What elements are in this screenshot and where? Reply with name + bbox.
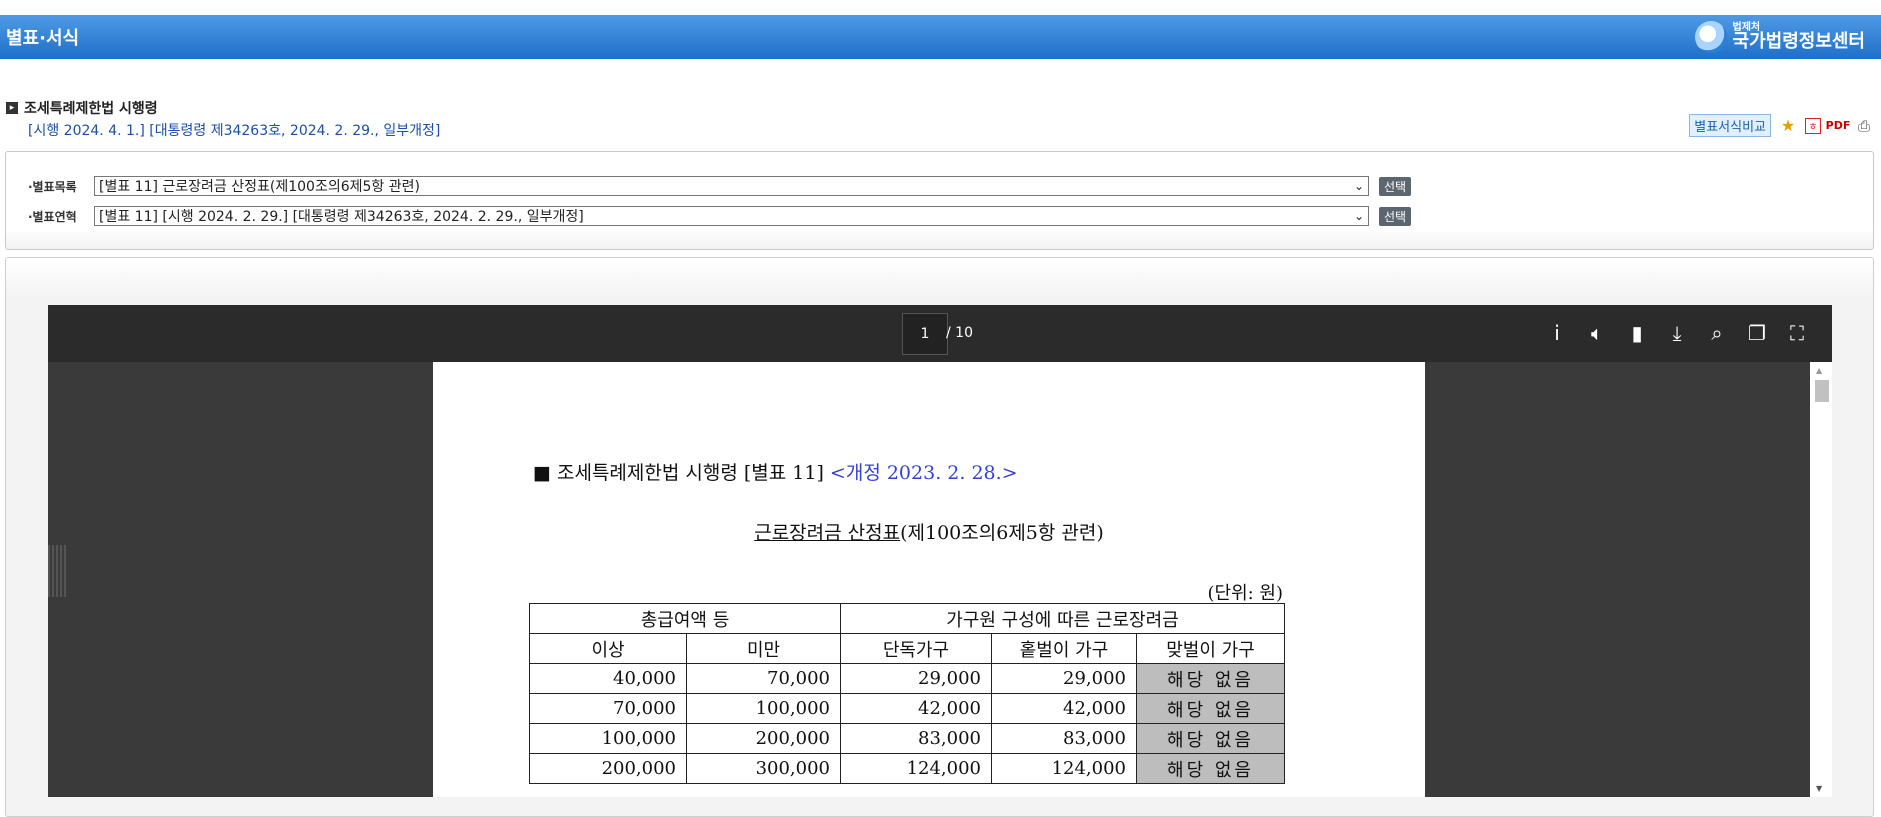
page-title: 별표·서식 (6, 28, 80, 49)
form-history-select[interactable]: [별표 11] [시행 2024. 2. 29.] [대통령령 제34263호,… (94, 206, 1369, 226)
table-cell: 100,000 (529, 723, 687, 754)
table-header-cell: 홑벌이 가구 (991, 633, 1137, 664)
form-history-select-button[interactable]: 선택 (1379, 206, 1412, 226)
law-info: ▸ 조세특례제한법 시행령 [시행 2024. 4. 1.] [대통령령 제34… (6, 98, 440, 140)
site-logo[interactable]: 법제처 국가법령정보센터 (1694, 21, 1865, 53)
document-page: ■ 조세특례제한법 시행령 [별표 11] <개정 2023. 2. 28.> … (433, 362, 1425, 797)
form-list-select-button[interactable]: 선택 (1379, 176, 1412, 196)
table-cell: 42,000 (991, 693, 1137, 724)
compare-forms-button[interactable]: 별표서식비교 (1689, 114, 1771, 137)
page-total: / 10 (946, 325, 973, 341)
table-header-cell: 총급여액 등 (529, 603, 841, 634)
scroll-up-icon[interactable]: ▲ (1816, 366, 1822, 375)
table-cell: 29,000 (840, 663, 992, 694)
table-row: 40,000 70,000 29,000 29,000 해당 없음 (529, 663, 1285, 694)
table-cell: 200,000 (529, 753, 687, 784)
toolbar: 별표서식비교 ★ ㅎ PDF ⎙ (1689, 114, 1873, 137)
form-selector-panel: ·별표목록 [별표 11] 근로장려금 산정표(제100조의6제5항 관련) ⌄… (5, 151, 1874, 250)
table-header-cell: 이상 (529, 633, 687, 664)
table-cell: 해당 없음 (1136, 723, 1285, 754)
sidebar-drag-handle[interactable] (48, 545, 66, 597)
table-cell: 40,000 (529, 663, 687, 694)
table-row: 200,000 300,000 124,000 124,000 해당 없음 (529, 753, 1285, 784)
incentive-table: 총급여액 등 가구원 구성에 따른 근로장려금 이상 미만 단독가구 홑벌이 가… (529, 603, 1285, 784)
hwp-download-icon[interactable]: ㅎ (1805, 117, 1821, 134)
table-cell: 83,000 (991, 723, 1137, 754)
table-cell: 100,000 (686, 693, 841, 724)
table-cell: 300,000 (686, 753, 841, 784)
form-list-label: ·별표목록 (28, 179, 77, 194)
app-header: 별표·서식 법제처 국가법령정보센터 (0, 15, 1881, 59)
scroll-down-icon[interactable]: ▼ (1816, 784, 1822, 793)
arrow-bullet-icon: ▸ (6, 102, 18, 114)
table-header-cell: 가구원 구성에 따른 근로장려금 (840, 603, 1285, 634)
table-header-row: 총급여액 등 가구원 구성에 따른 근로장려금 (529, 603, 1285, 634)
page-number-input[interactable]: 1 (902, 313, 948, 355)
table-cell: 124,000 (840, 753, 992, 784)
popout-icon[interactable]: ❐ (1746, 321, 1768, 345)
table-row: 100,000 200,000 83,000 83,000 해당 없음 (529, 723, 1285, 754)
table-cell: 해당 없음 (1136, 693, 1285, 724)
table-cell: 29,000 (991, 663, 1137, 694)
table-header-row: 이상 미만 단독가구 홑벌이 가구 맞벌이 가구 (529, 633, 1285, 664)
fullscreen-icon[interactable]: ⛶ (1786, 321, 1808, 345)
table-cell: 124,000 (991, 753, 1137, 784)
table-cell: 200,000 (686, 723, 841, 754)
unit-note: (단위: 원) (1207, 583, 1283, 604)
amendment-note: <개정 2023. 2. 28.> (829, 462, 1018, 484)
download-icon[interactable]: ⤓ (1666, 321, 1688, 345)
table-cell: 70,000 (686, 663, 841, 694)
table-cell: 83,000 (840, 723, 992, 754)
table-header-cell: 미만 (686, 633, 841, 664)
scroll-thumb[interactable] (1815, 380, 1829, 402)
pdf-download-icon[interactable]: PDF (1826, 117, 1851, 135)
form-list-select[interactable]: [별표 11] 근로장려금 산정표(제100조의6제5항 관련) ⌄ (94, 176, 1369, 196)
viewer-scrollbar[interactable]: ▲ ▼ (1810, 362, 1832, 797)
table-cell: 해당 없음 (1136, 663, 1285, 694)
logo-icon (1694, 21, 1727, 53)
form-history-label: ·별표연혁 (28, 209, 77, 224)
logo-big-text: 국가법령정보센터 (1732, 31, 1865, 52)
table-header-cell: 단독가구 (840, 633, 992, 664)
top-strip (0, 0, 1881, 15)
table-cell: 42,000 (840, 693, 992, 724)
table-row: 70,000 100,000 42,000 42,000 해당 없음 (529, 693, 1285, 724)
document-heading: ■ 조세특례제한법 시행령 [별표 11] <개정 2023. 2. 28.> (533, 462, 1018, 484)
viewer-toolbar: 1 / 10 i 🔈︎ ▮ ⤓ ⌕ ❐ ⛶ (48, 305, 1832, 362)
info-icon[interactable]: i (1546, 321, 1568, 345)
print-icon[interactable]: ⎙ (1855, 117, 1873, 135)
law-name: 조세특례제한법 시행령 (24, 101, 158, 117)
document-viewer: 1 / 10 i 🔈︎ ▮ ⤓ ⌕ ❐ ⛶ ■ 조세특례제한법 시행령 [별표 … (48, 305, 1832, 797)
table-cell: 70,000 (529, 693, 687, 724)
search-icon[interactable]: ⌕ (1706, 321, 1728, 345)
table-cell: 해당 없음 (1136, 753, 1285, 784)
speaker-icon[interactable]: 🔈︎ (1586, 321, 1608, 345)
reader-mode-icon[interactable]: ▮ (1626, 321, 1648, 345)
table-header-cell: 맞벌이 가구 (1136, 633, 1285, 664)
document-subtitle: 근로장려금 산정표(제100조의6제5항 관련) (754, 522, 1104, 544)
chevron-down-icon: ⌄ (1353, 209, 1364, 223)
law-meta: [시행 2024. 4. 1.] [대통령령 제34263호, 2024. 2.… (28, 123, 441, 139)
favorite-star-icon[interactable]: ★ (1779, 116, 1797, 135)
chevron-down-icon: ⌄ (1353, 179, 1364, 193)
